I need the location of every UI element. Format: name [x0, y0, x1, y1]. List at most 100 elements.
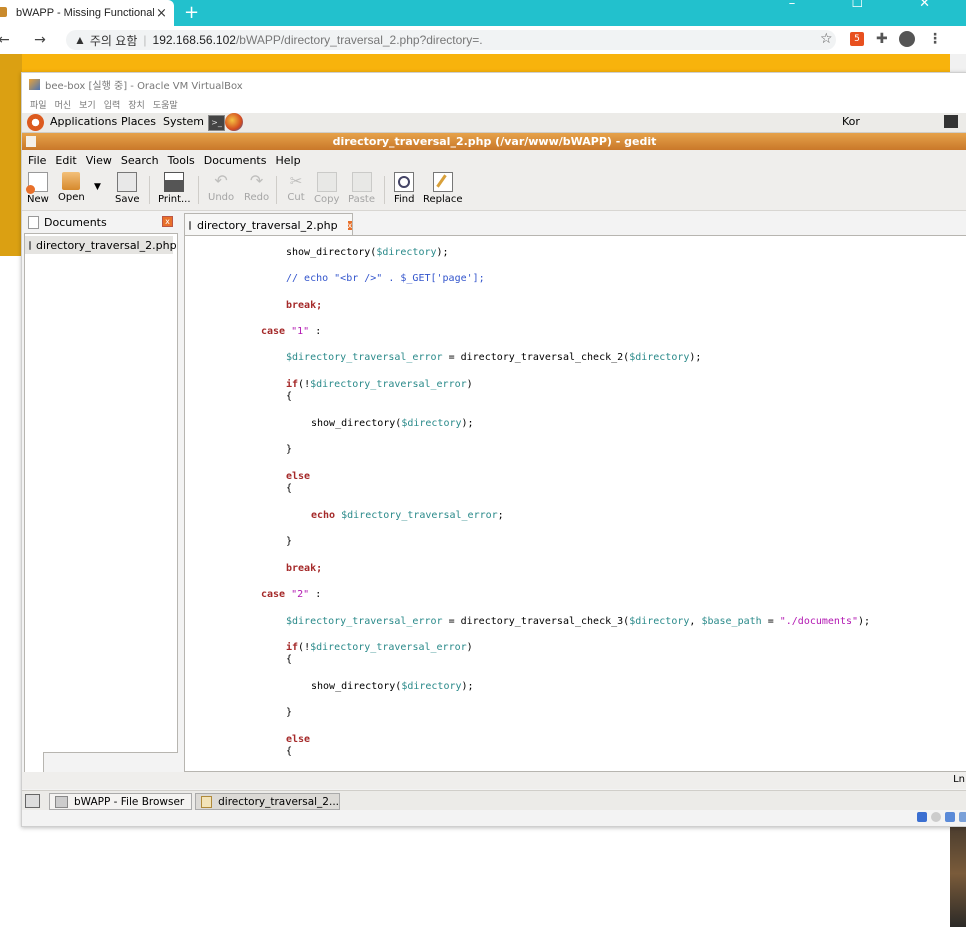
- code-line: {: [286, 391, 293, 402]
- code-line: case "2" :: [261, 589, 322, 600]
- replace-button[interactable]: Replace: [423, 172, 463, 205]
- code-line: {: [286, 483, 293, 494]
- open-folder-icon: [62, 172, 81, 190]
- copy-button[interactable]: Copy: [314, 172, 339, 205]
- save-button[interactable]: Save: [115, 172, 140, 205]
- replace-label: Replace: [423, 194, 463, 205]
- browser-tab[interactable]: bWAPP - Missing Functional Le ×: [0, 0, 174, 26]
- toolbar-separator: [149, 176, 150, 204]
- menu-documents[interactable]: Documents: [204, 154, 267, 167]
- close-tab-icon[interactable]: x: [347, 220, 353, 230]
- code-line: {: [286, 654, 293, 665]
- vbox-titlebar: bee-box [실행 중] - Oracle VM VirtualBox: [22, 73, 966, 95]
- keyboard-layout-indicator[interactable]: Kor: [842, 115, 860, 128]
- window-controls[interactable]: – ☐ ✕: [789, 0, 956, 11]
- code-line: show_directory($directory);: [311, 418, 474, 429]
- redo-button[interactable]: ↷ Redo: [244, 172, 269, 204]
- page-left-edge: [0, 54, 22, 256]
- network-icon[interactable]: [959, 812, 966, 822]
- find-label: Find: [394, 194, 415, 205]
- menu-search[interactable]: Search: [121, 154, 159, 167]
- editor-tab[interactable]: directory_traversal_2.php x: [184, 213, 353, 236]
- find-button[interactable]: Find: [394, 172, 415, 205]
- code-line: // echo "<br />" . $_GET['page'];: [286, 273, 485, 284]
- address-bar[interactable]: ▲ 주의 요함 | 192.168.56.102/bWAPP/directory…: [66, 30, 836, 50]
- code-line: else: [286, 471, 311, 482]
- open-recent-dropdown[interactable]: ▼: [94, 182, 101, 192]
- new-label: New: [27, 194, 49, 205]
- cut-button[interactable]: ✂ Cut: [287, 172, 305, 203]
- vbox-menu-input[interactable]: 입력: [104, 98, 121, 111]
- side-pane-close-icon[interactable]: x: [162, 216, 173, 227]
- vbox-menu-view[interactable]: 보기: [79, 98, 96, 111]
- extension-icon[interactable]: 5: [850, 32, 864, 46]
- hard-disk-icon[interactable]: [917, 812, 927, 822]
- new-button[interactable]: New: [25, 172, 49, 205]
- ubuntu-logo-icon[interactable]: [27, 114, 44, 131]
- vbox-menu-help[interactable]: 도움말: [153, 98, 178, 111]
- terminal-launcher-icon[interactable]: >_: [208, 115, 225, 131]
- vbox-menubar: 파일 머신 보기 입력 장치 도움말: [22, 95, 966, 113]
- vbox-menu-machine[interactable]: 머신: [55, 98, 72, 111]
- code-editor[interactable]: show_directory($directory); // echo "<br…: [184, 235, 966, 772]
- toolbar-separator: [198, 176, 199, 204]
- document-status-icon: [29, 240, 31, 250]
- profile-avatar-icon[interactable]: [899, 31, 915, 47]
- firefox-launcher-icon[interactable]: [225, 113, 243, 131]
- gnome-top-panel: Applications Places System >_ Kor: [22, 113, 966, 133]
- gnome-bottom-panel: bWAPP - File Browser directory_traversal…: [22, 790, 966, 811]
- monitor-icon[interactable]: [944, 115, 958, 128]
- taskbar-item-file-browser[interactable]: bWAPP - File Browser: [49, 793, 192, 810]
- extensions-puzzle-icon[interactable]: ✚: [876, 31, 888, 47]
- security-label[interactable]: 주의 요함: [90, 32, 138, 49]
- document-list-item[interactable]: directory_traversal_2.php: [25, 236, 177, 254]
- magnifier-icon: [394, 172, 415, 192]
- menu-edit[interactable]: Edit: [55, 154, 76, 167]
- find-replace-icon: [432, 172, 453, 192]
- undo-button[interactable]: ↶ Undo: [208, 171, 235, 204]
- document-list-item-label: directory_traversal_2.php: [36, 238, 177, 252]
- undo-icon: ↶: [214, 171, 228, 190]
- taskbar-item-label: bWAPP - File Browser: [74, 795, 185, 808]
- print-button[interactable]: Print...: [158, 172, 191, 205]
- documents-icon: [28, 216, 39, 229]
- paste-button[interactable]: Paste: [348, 172, 375, 205]
- side-pane-tab-documents-icon[interactable]: [24, 752, 44, 773]
- side-pane-header: Documents: [24, 213, 176, 232]
- copy-label: Copy: [314, 194, 340, 205]
- menu-view[interactable]: View: [86, 154, 112, 167]
- code-line: if(!$directory_traversal_error): [286, 379, 473, 390]
- browser-menu-icon[interactable]: ⋮: [928, 31, 942, 47]
- scissors-icon: ✂: [289, 172, 303, 190]
- taskbar-item-gedit[interactable]: directory_traversal_2...: [195, 793, 340, 810]
- new-tab-button[interactable]: +: [184, 2, 199, 23]
- chevron-down-icon: ▼: [94, 182, 101, 192]
- close-tab-icon[interactable]: ×: [156, 6, 167, 21]
- menu-tools[interactable]: Tools: [168, 154, 195, 167]
- code-line: break;: [286, 563, 323, 574]
- url-separator: |: [143, 33, 147, 47]
- usb-icon[interactable]: [945, 812, 955, 822]
- show-desktop-icon[interactable]: [25, 794, 40, 808]
- save-label: Save: [115, 194, 140, 205]
- applications-menu[interactable]: Applications: [50, 115, 117, 128]
- folder-icon: [55, 795, 68, 808]
- gedit-statusbar: Ln: [22, 772, 966, 789]
- code-line: break;: [286, 300, 323, 311]
- optical-drive-icon[interactable]: [931, 812, 941, 822]
- open-button[interactable]: Open: [58, 172, 85, 203]
- warning-icon[interactable]: ▲: [74, 33, 86, 47]
- vbox-menu-devices[interactable]: 장치: [128, 98, 145, 111]
- menu-help[interactable]: Help: [275, 154, 300, 167]
- code-line: echo $directory_traversal_error;: [311, 510, 504, 521]
- places-menu[interactable]: Places: [121, 115, 156, 128]
- toolbar-separator: [384, 176, 385, 204]
- menu-file[interactable]: File: [28, 154, 46, 167]
- system-menu[interactable]: System: [163, 115, 204, 128]
- editor-tab-label: directory_traversal_2.php: [197, 218, 338, 232]
- vbox-menu-file[interactable]: 파일: [30, 98, 47, 111]
- bookmark-star-icon[interactable]: ☆: [820, 31, 833, 47]
- side-pane-title: Documents: [44, 216, 107, 229]
- code-line: $directory_traversal_error = directory_t…: [286, 616, 871, 627]
- undo-label: Undo: [208, 192, 235, 203]
